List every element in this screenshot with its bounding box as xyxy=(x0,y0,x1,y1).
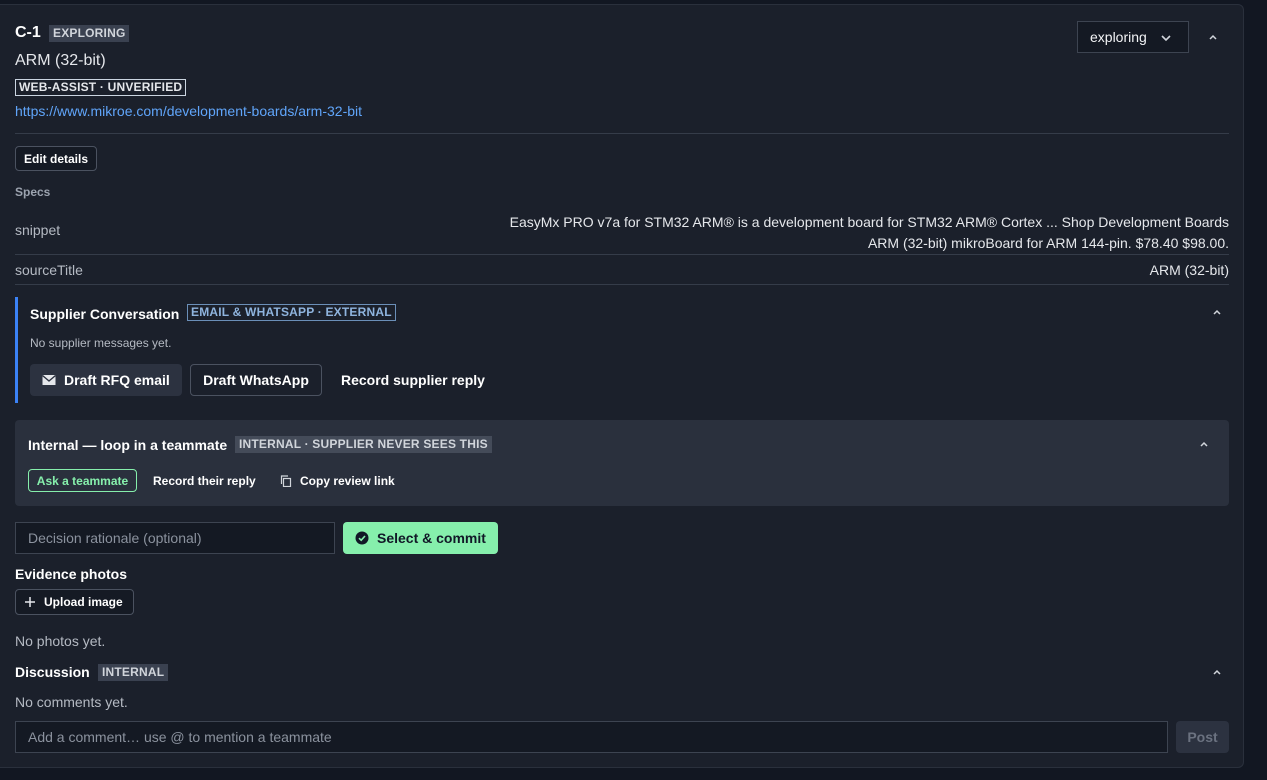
discussion-badge: INTERNAL xyxy=(98,664,169,681)
candidate-url-link[interactable]: https://www.mikroe.com/development-board… xyxy=(15,103,362,119)
draft-whatsapp-label: Draft WhatsApp xyxy=(203,372,309,388)
candidate-id: C-1 xyxy=(15,24,41,41)
ask-teammate-label: Ask a teammate xyxy=(36,473,129,488)
upload-image-label: Upload image xyxy=(44,595,123,609)
post-comment-button[interactable]: Post xyxy=(1176,721,1229,753)
candidate-card: C-1 EXPLORING ARM (32-bit) WEB-ASSIST · … xyxy=(0,4,1244,768)
edit-details-label: Edit details xyxy=(24,151,89,166)
status-select-value: exploring xyxy=(1090,29,1147,45)
spec-key-snippet: snippet xyxy=(15,222,61,238)
discussion-title: Discussion xyxy=(15,664,90,680)
comment-input[interactable]: Add a comment… use @ to mention a teamma… xyxy=(15,721,1168,753)
comment-placeholder: Add a comment… use @ to mention a teamma… xyxy=(28,729,332,745)
select-commit-label: Select & commit xyxy=(377,530,486,546)
supplier-title: Supplier Conversation xyxy=(30,306,180,322)
plus-icon xyxy=(25,597,35,607)
copy-review-link-button[interactable]: Copy review link xyxy=(280,469,395,492)
supplier-conversation-section: Supplier Conversation EMAIL & WHATSAPP ·… xyxy=(15,297,1229,403)
chevron-down-icon xyxy=(1161,35,1171,42)
internal-title: Internal — loop in a teammate xyxy=(28,437,228,453)
collapse-internal-icon[interactable] xyxy=(1198,438,1210,450)
ask-teammate-button[interactable]: Ask a teammate xyxy=(28,469,137,492)
decision-rationale-input[interactable]: Decision rationale (optional) xyxy=(15,522,335,554)
record-their-reply-label: Record their reply xyxy=(153,473,256,488)
spec-value-sourcetitle: ARM (32-bit) xyxy=(1149,262,1229,278)
evidence-empty-text: No photos yet. xyxy=(15,633,106,649)
copy-icon xyxy=(280,474,292,487)
header-divider xyxy=(15,133,1229,134)
draft-whatsapp-button[interactable]: Draft WhatsApp xyxy=(190,364,322,396)
post-comment-label: Post xyxy=(1187,729,1218,745)
status-badge: EXPLORING xyxy=(49,25,130,42)
draft-rfq-email-label: Draft RFQ email xyxy=(64,372,170,388)
decision-rationale-placeholder: Decision rationale (optional) xyxy=(28,530,202,546)
edit-details-button[interactable]: Edit details xyxy=(15,146,98,171)
supplier-empty-text: No supplier messages yet. xyxy=(30,336,172,350)
spec-value-snippet: EasyMx PRO v7a for STM32 ARM® is a devel… xyxy=(329,212,1229,254)
select-commit-button[interactable]: Select & commit xyxy=(343,522,498,554)
collapse-card-icon[interactable] xyxy=(1207,31,1219,43)
collapse-discussion-icon[interactable] xyxy=(1211,666,1223,678)
spec-divider-2 xyxy=(15,284,1229,285)
evidence-heading: Evidence photos xyxy=(15,566,128,582)
internal-badge: INTERNAL · SUPPLIER NEVER SEES THIS xyxy=(235,436,492,453)
source-badge: WEB-ASSIST · UNVERIFIED xyxy=(15,79,187,96)
collapse-supplier-icon[interactable] xyxy=(1211,306,1223,318)
spec-value-snippet-line1: EasyMx PRO v7a for STM32 ARM® is a devel… xyxy=(509,214,1229,230)
status-select[interactable]: exploring xyxy=(1077,21,1189,53)
internal-loop-section: Internal — loop in a teammate INTERNAL ·… xyxy=(15,420,1229,506)
discussion-empty-text: No comments yet. xyxy=(15,694,128,710)
mail-icon xyxy=(42,374,56,385)
record-supplier-reply-button[interactable]: Record supplier reply xyxy=(341,364,485,396)
draft-rfq-email-button[interactable]: Draft RFQ email xyxy=(30,364,182,396)
copy-review-link-label: Copy review link xyxy=(300,473,395,488)
upload-image-button[interactable]: Upload image xyxy=(15,589,134,615)
candidate-name: ARM (32-bit) xyxy=(15,52,106,69)
check-circle-icon xyxy=(355,531,369,545)
record-supplier-reply-label: Record supplier reply xyxy=(341,372,485,388)
record-their-reply-button[interactable]: Record their reply xyxy=(153,469,256,492)
spec-key-sourcetitle: sourceTitle xyxy=(15,262,83,278)
supplier-badge: EMAIL & WHATSAPP · EXTERNAL xyxy=(187,304,396,321)
spec-value-snippet-line2: ARM (32-bit) mikroBoard for ARM 144-pin.… xyxy=(867,235,1229,251)
specs-heading: Specs xyxy=(15,185,51,199)
spec-divider-1 xyxy=(15,254,1229,255)
